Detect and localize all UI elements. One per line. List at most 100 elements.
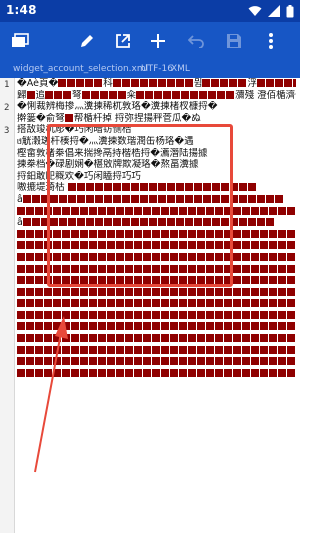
unknown-glyph-block — [116, 368, 124, 377]
code-line — [17, 310, 296, 322]
save-button[interactable] — [221, 28, 247, 54]
unknown-glyph-block — [89, 368, 97, 377]
unknown-glyph-block — [71, 357, 79, 366]
open-external-button[interactable] — [110, 28, 136, 54]
unknown-glyph-block — [125, 322, 133, 331]
status-time: 1:48 — [6, 3, 37, 17]
unknown-glyph-block — [278, 310, 286, 319]
unknown-glyph-block — [188, 299, 196, 308]
unknown-glyph-block — [134, 368, 142, 377]
file-name-tab[interactable]: widget_account_selection.xml — [13, 64, 148, 74]
unknown-glyph-block — [215, 287, 223, 296]
unknown-glyph-block — [197, 287, 205, 296]
unknown-glyph-block — [44, 368, 52, 377]
unknown-glyph-block — [287, 299, 295, 308]
unknown-glyph-block — [35, 264, 43, 273]
unknown-glyph-block — [188, 322, 196, 331]
unknown-glyph-block — [287, 264, 295, 273]
unknown-glyph-block — [130, 79, 139, 87]
unknown-glyph-block — [26, 276, 34, 285]
unknown-glyph-block — [233, 345, 241, 354]
add-button[interactable] — [145, 28, 171, 54]
unknown-glyph-block — [17, 276, 25, 285]
unknown-glyph-block — [80, 368, 88, 377]
unknown-glyph-block — [242, 287, 250, 296]
unknown-glyph-block — [107, 299, 115, 308]
save-icon — [227, 34, 241, 48]
unknown-glyph-block — [233, 287, 241, 296]
unknown-glyph-block — [269, 310, 277, 319]
unknown-glyph-block — [233, 310, 241, 319]
unknown-glyph-block — [197, 322, 205, 331]
unknown-glyph-block — [35, 229, 43, 238]
tabs-button[interactable] — [7, 28, 33, 54]
unknown-glyph-block — [287, 287, 295, 296]
unknown-glyph-block — [152, 287, 160, 296]
unknown-glyph-block — [44, 287, 52, 296]
unknown-glyph-block — [116, 357, 124, 366]
unknown-glyph-block — [220, 79, 229, 87]
unknown-glyph-block — [278, 229, 286, 238]
unknown-glyph-block — [62, 322, 70, 331]
unknown-glyph-block — [17, 334, 25, 343]
file-tab-bar[interactable]: widget_account_selection.xml UTF-16 XML — [0, 60, 300, 78]
unknown-glyph-block — [260, 368, 268, 377]
edit-button[interactable] — [74, 28, 100, 54]
unknown-glyph-block — [154, 90, 163, 99]
unknown-glyph-block — [98, 345, 106, 354]
unknown-glyph-block — [184, 79, 193, 87]
unknown-glyph-block — [278, 299, 286, 308]
unknown-glyph-block — [98, 287, 106, 296]
more-icon — [269, 33, 273, 49]
unknown-glyph-block — [161, 287, 169, 296]
unknown-glyph-block — [251, 299, 259, 308]
unknown-glyph-block — [197, 310, 205, 319]
unknown-glyph-block — [108, 90, 117, 99]
unknown-glyph-block — [287, 345, 295, 354]
unknown-glyph-block — [215, 310, 223, 319]
unknown-glyph-block — [175, 79, 184, 87]
unknown-glyph-block — [89, 310, 97, 319]
unknown-glyph-block — [233, 252, 241, 261]
unknown-glyph-block — [260, 299, 268, 308]
unknown-glyph-block — [197, 299, 205, 308]
unknown-glyph-block — [89, 299, 97, 308]
unknown-glyph-block — [107, 334, 115, 343]
unknown-glyph-block — [233, 299, 241, 308]
unknown-glyph-block — [35, 322, 43, 331]
unknown-glyph-block — [76, 79, 85, 87]
unknown-glyph-block — [99, 90, 108, 99]
unknown-glyph-block — [143, 287, 151, 296]
unknown-glyph-block — [293, 79, 296, 87]
unknown-glyph-block — [233, 229, 241, 238]
more-options-button[interactable] — [258, 28, 284, 54]
status-bar: 1:48 — [0, 0, 300, 22]
unknown-glyph-block — [125, 368, 133, 377]
unknown-glyph-block — [247, 218, 256, 227]
unknown-glyph-block — [117, 90, 126, 99]
unknown-glyph-block — [242, 334, 250, 343]
unknown-glyph-block — [62, 287, 70, 296]
unknown-glyph-block — [71, 287, 79, 296]
unknown-glyph-block — [242, 322, 250, 331]
undo-button[interactable] — [183, 28, 209, 54]
unknown-glyph-block — [215, 322, 223, 331]
unknown-glyph-block — [53, 368, 61, 377]
unknown-glyph-block — [44, 322, 52, 331]
unknown-glyph-block — [152, 310, 160, 319]
unknown-glyph-block — [179, 368, 187, 377]
unknown-glyph-block — [278, 322, 286, 331]
unknown-glyph-block — [287, 206, 295, 215]
unknown-glyph-block — [152, 334, 160, 343]
unknown-glyph-block — [80, 357, 88, 366]
unknown-glyph-block — [233, 368, 241, 377]
unknown-glyph-block — [206, 345, 214, 354]
unknown-glyph-block — [233, 206, 241, 215]
unknown-glyph-block — [134, 357, 142, 366]
unknown-glyph-block — [170, 334, 178, 343]
unknown-glyph-block — [265, 194, 274, 203]
unknown-glyph-block — [274, 194, 283, 203]
unknown-glyph-block — [53, 334, 61, 343]
unknown-glyph-block — [242, 264, 250, 273]
unknown-glyph-block — [278, 334, 286, 343]
